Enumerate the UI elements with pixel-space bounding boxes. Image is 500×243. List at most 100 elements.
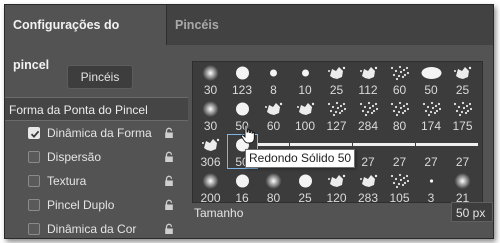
tab-brush-settings[interactable]: Configurações do pincel — [5, 5, 167, 72]
brush-preset-cell[interactable]: 120 — [321, 170, 352, 203]
brush-preset-cell[interactable]: 25 — [321, 62, 352, 97]
brush-preset-cell[interactable]: 60 — [258, 98, 289, 133]
brush-size-label: 16 — [235, 191, 249, 203]
settings-sidebar: Pincéis Forma da Ponta do Pincel Dinâmic… — [5, 45, 188, 238]
brush-preset-cell[interactable]: 27 — [352, 134, 384, 169]
lock-icon[interactable] — [163, 151, 175, 163]
brush-size-label: 80 — [266, 191, 281, 203]
shape-dynamics-checkbox[interactable] — [28, 127, 40, 139]
brush-preset-cell[interactable]: 21 — [447, 170, 478, 202]
brush-size-label: 30 — [203, 119, 218, 133]
checkbox-check-icon — [30, 130, 40, 138]
hand-pointer-icon — [240, 124, 255, 144]
option-scattering[interactable]: Dispersão — [5, 146, 188, 170]
brush-size-label: 174 — [420, 119, 442, 133]
brush-size-label: 100 — [294, 119, 316, 133]
brush-preset-cell[interactable]: 200 — [195, 170, 226, 203]
brush-preset-cell[interactable]: 25 — [447, 62, 478, 97]
option-color-dynamics[interactable]: Dinâmica da Cor — [5, 218, 188, 238]
brush-thumbnail-icon — [422, 101, 441, 117]
brush-preset-cell[interactable]: 100 — [290, 98, 321, 133]
tab-brushes[interactable]: Pincéis — [167, 5, 227, 45]
brush-thumbnail-icon — [352, 143, 384, 146]
brush-preset-grid: 30 123 8 10 25 112 60 50 25 30 50 60 100 127 284 80 174 1… — [192, 61, 483, 203]
brush-size-label: 112 — [358, 83, 378, 97]
brush-size-label: 25 — [455, 83, 470, 97]
brush-size-label: 120 — [326, 191, 347, 203]
brush-preset-cell[interactable]: 284 — [353, 98, 384, 133]
brush-size-label: 27 — [455, 155, 470, 169]
brush-preset-cell[interactable]: 30 — [195, 62, 226, 97]
option-shape-dynamics[interactable]: Dinâmica da Forma — [5, 122, 188, 146]
brush-size-label: 27 — [392, 155, 407, 169]
brush-preset-cell[interactable]: 3 — [416, 170, 447, 203]
brush-preset-cell[interactable]: 50 — [416, 62, 447, 97]
brush-size-label: 50 — [424, 83, 438, 97]
brush-thumbnail-icon — [202, 138, 220, 151]
brush-preset-cell[interactable]: 306 — [195, 134, 226, 169]
brush-thumbnail-icon — [390, 101, 410, 117]
dual-brush-checkbox[interactable] — [28, 199, 40, 211]
brush-preset-cell[interactable]: 283 — [353, 170, 384, 203]
brush-preset-cell[interactable]: 16 — [227, 170, 258, 203]
brush-preset-cell[interactable]: 105 — [384, 170, 415, 203]
brush-preset-cell[interactable]: 175 — [447, 98, 478, 133]
brush-size-label: 27 — [361, 155, 375, 169]
brush-thumbnail-icon — [202, 101, 219, 117]
brush-size-label: 105 — [389, 191, 410, 203]
brush-thumbnail-icon — [429, 179, 433, 183]
brush-thumbnail-icon — [301, 69, 309, 77]
lock-icon[interactable] — [163, 199, 175, 211]
brush-thumbnail-icon — [447, 143, 478, 146]
brush-preset-cell[interactable]: 174 — [416, 98, 447, 133]
brush-thumbnail-icon — [384, 143, 415, 146]
brush-thumbnail-icon — [296, 102, 314, 115]
lock-icon[interactable] — [163, 127, 175, 139]
brush-size-label: 123 — [231, 83, 253, 97]
brush-thumbnail-icon — [359, 174, 377, 187]
size-input[interactable]: 50 px — [451, 202, 493, 222]
brushes-button[interactable]: Pincéis — [67, 65, 133, 89]
brush-preset-cell[interactable]: 60 — [384, 62, 415, 97]
brush-thumbnail-icon — [327, 101, 347, 117]
brush-thumbnail-icon — [202, 65, 219, 81]
brush-thumbnail-icon — [270, 69, 277, 77]
brush-size-label: 283 — [357, 191, 379, 203]
brush-thumbnail-icon — [390, 65, 410, 81]
lock-icon[interactable] — [163, 175, 175, 187]
brush-preset-cell[interactable]: 27 — [415, 134, 447, 169]
brush-thumbnail-icon — [390, 173, 410, 189]
brush-size-label: 284 — [357, 119, 379, 133]
brush-preset-cell[interactable]: 80 — [384, 98, 415, 133]
texture-label: Textura — [47, 174, 87, 188]
brush-size-label: 60 — [392, 83, 407, 97]
texture-checkbox[interactable] — [28, 175, 40, 187]
shape-dynamics-label: Dinâmica da Forma — [47, 126, 152, 140]
brush-thumbnail-icon — [359, 66, 377, 79]
scattering-checkbox[interactable] — [28, 151, 40, 163]
tab-bar: Configurações do pincel Pincéis — [5, 5, 493, 72]
brush-preset-cell[interactable]: 27 — [384, 134, 415, 169]
brush-preset-cell[interactable]: 27 — [447, 134, 478, 169]
brush-tip-shape-item[interactable]: Forma da Ponta do Pincel — [5, 97, 188, 121]
color-dynamics-checkbox[interactable] — [28, 223, 40, 235]
brush-size-label: 3 — [427, 191, 435, 203]
brush-preset-cell[interactable]: 30 — [195, 98, 226, 133]
option-texture[interactable]: Textura — [5, 170, 188, 194]
brush-size-label: 200 — [200, 191, 221, 203]
brush-thumbnail-icon — [359, 101, 378, 117]
brush-preset-cell[interactable]: 123 — [227, 62, 258, 97]
brush-preset-cell[interactable]: 8 — [258, 62, 289, 97]
brush-thumbnail-icon — [235, 66, 249, 80]
brush-thumbnail-icon — [454, 173, 471, 189]
brush-preset-cell[interactable]: 10 — [290, 62, 321, 97]
brush-preset-cell[interactable]: 112 — [353, 62, 384, 97]
brush-preset-cell[interactable]: 80 — [258, 170, 289, 203]
brush-size-label: 80 — [392, 119, 407, 133]
color-dynamics-label: Dinâmica da Cor — [47, 222, 137, 236]
lock-icon[interactable] — [163, 223, 175, 235]
brush-preset-cell[interactable]: 127 — [321, 98, 352, 133]
option-dual-brush[interactable]: Pincel Duplo — [5, 194, 188, 218]
brush-thumbnail-icon — [265, 102, 283, 115]
brush-preset-cell[interactable]: 25 — [290, 170, 321, 202]
